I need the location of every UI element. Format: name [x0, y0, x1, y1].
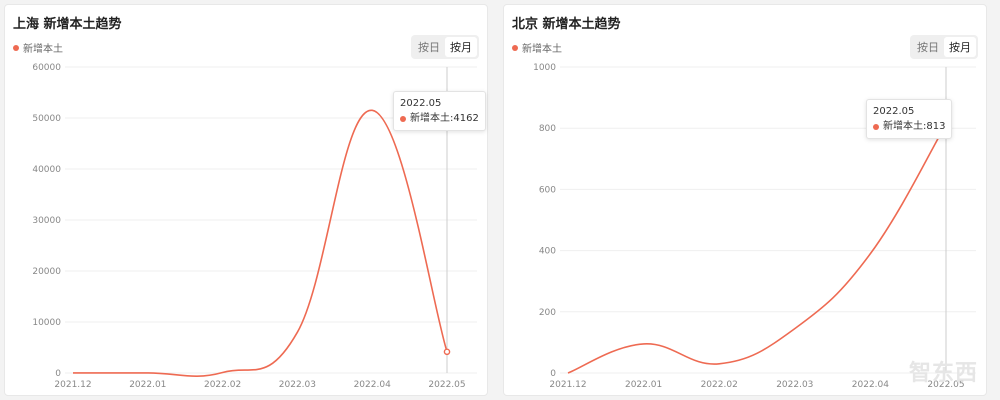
- tooltip-value: 4162: [453, 113, 479, 124]
- x-tick-label: 2022.05: [428, 380, 465, 390]
- shanghai-chart-panel: 上海 新增本土趋势 新增本土 按日 按月 0 10000 20000 30000 400…: [4, 4, 488, 396]
- x-tick-label: 2021.12: [549, 380, 586, 390]
- beijing-chart-panel: 北京 新增本土趋势 新增本土 按日 按月 0 200 400 600 800 1000 20…: [503, 4, 987, 396]
- x-tick-label: 2022.02: [701, 380, 738, 390]
- chart-tooltip: 2022.05 新增本土: 813: [866, 99, 953, 139]
- x-tick-label: 2022.02: [204, 380, 241, 390]
- x-tick-label: 2021.12: [54, 380, 91, 390]
- tooltip-dot-icon: [400, 115, 406, 122]
- chart-tooltip: 2022.05 新增本土: 4162: [393, 91, 486, 131]
- tooltip-label: 2022.05: [873, 106, 915, 117]
- tooltip-value: 813: [926, 121, 946, 132]
- y-tick-label: 60000: [32, 63, 61, 73]
- y-tick-label: 0: [55, 369, 61, 379]
- tooltip-series: 新增本土: [883, 121, 923, 132]
- y-tick-label: 0: [550, 369, 556, 379]
- y-tick-label: 40000: [32, 165, 61, 175]
- y-tick-label: 10000: [32, 318, 61, 328]
- y-tick-label: 200: [539, 308, 556, 318]
- y-tick-label: 800: [539, 124, 556, 134]
- series-line: [72, 109, 448, 378]
- x-tick-label: 2022.03: [776, 380, 813, 390]
- x-tick-label: 2022.01: [625, 380, 662, 390]
- shanghai-line-chart[interactable]: 0 10000 20000 30000 40000 50000 60000 2021.12 20…: [5, 5, 489, 397]
- x-tick-label: 2022.04: [354, 380, 391, 390]
- tooltip-dot-icon: [873, 123, 879, 130]
- x-tick-label: 2022.04: [852, 380, 889, 390]
- y-tick-label: 20000: [32, 267, 61, 277]
- beijing-line-chart[interactable]: 0 200 400 600 800 1000 2021.12 2022.01 2022.02 20…: [504, 5, 988, 397]
- x-tick-label: 2022.03: [279, 380, 316, 390]
- y-tick-label: 30000: [32, 216, 61, 226]
- tooltip-label: 2022.05: [400, 98, 442, 109]
- tooltip-series: 新增本土: [410, 113, 450, 124]
- y-tick-label: 50000: [32, 114, 61, 124]
- watermark-logo: 智东西: [908, 361, 978, 386]
- y-tick-label: 400: [539, 247, 556, 257]
- series-line: [567, 123, 947, 374]
- y-tick-label: 1000: [533, 63, 556, 73]
- highlight-point: [443, 348, 451, 356]
- x-tick-label: 2022.01: [129, 380, 166, 390]
- y-tick-label: 600: [539, 185, 556, 195]
